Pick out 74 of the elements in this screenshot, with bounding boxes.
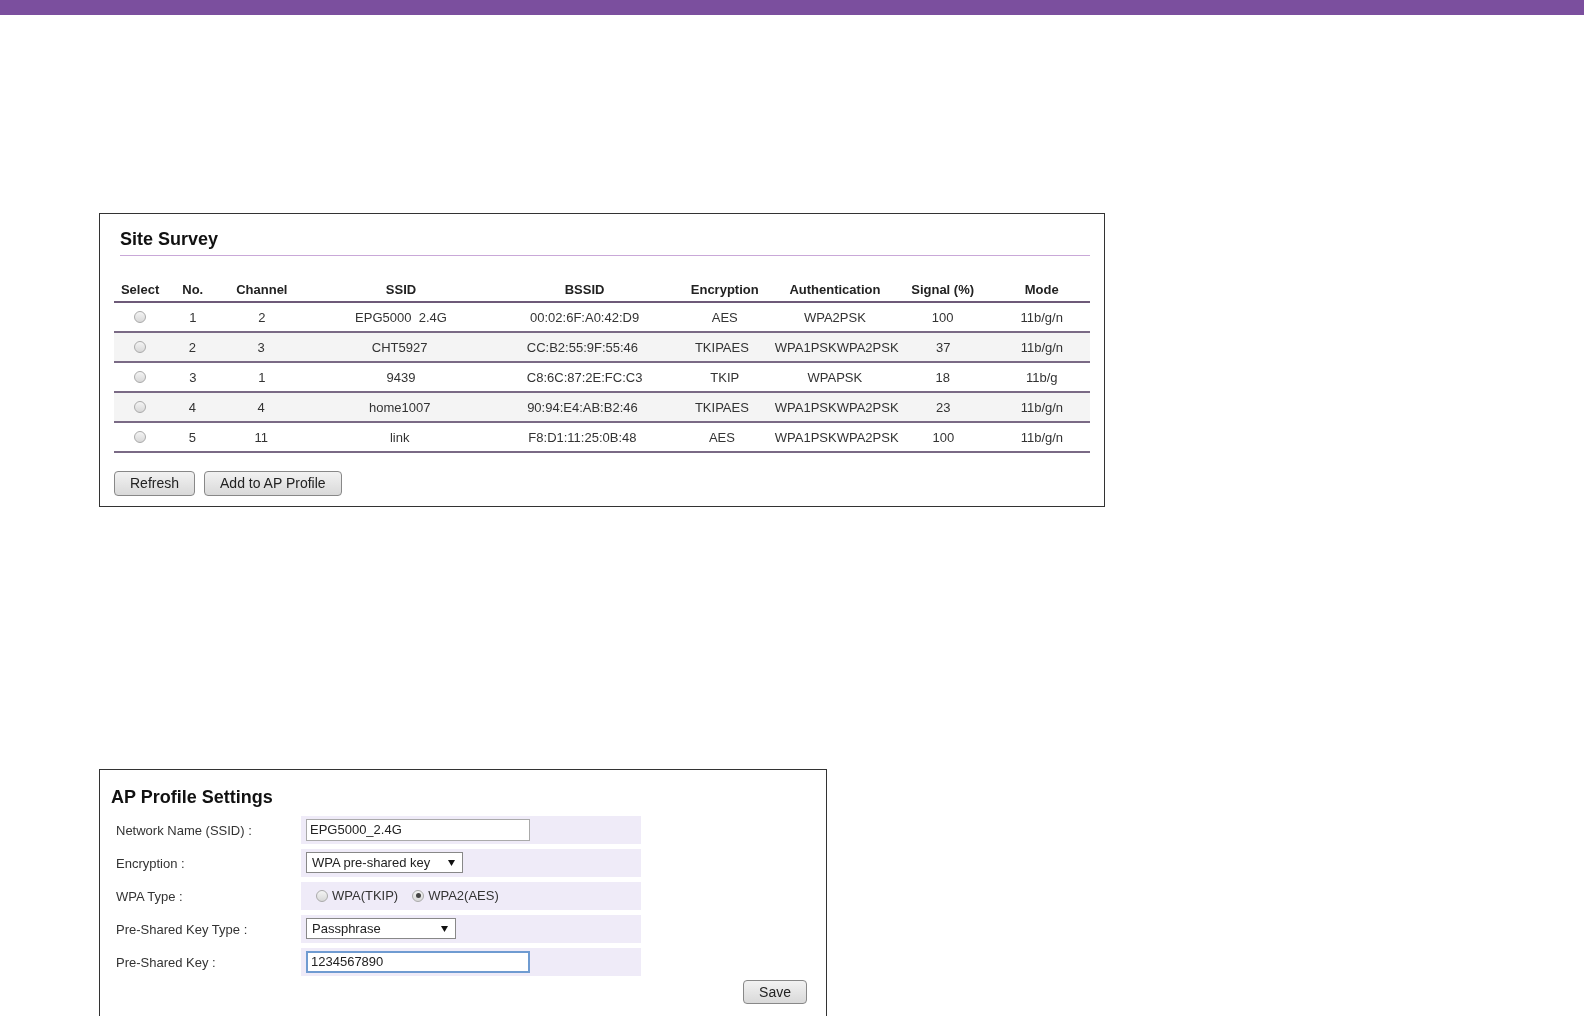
radio-button[interactable] <box>134 371 147 383</box>
field-label: Encryption : <box>116 855 185 871</box>
table-cell: WPA2PSK <box>803 310 866 325</box>
table-cell: 23 <box>936 400 951 415</box>
table-cell: link <box>389 430 410 445</box>
table-cell: 00:02:6F:A0:42:D9 <box>530 310 640 325</box>
radio-button[interactable] <box>412 889 425 902</box>
table-cell: home1007 <box>368 400 431 415</box>
field-label: Pre-Shared Key Type : <box>116 921 248 937</box>
dropdown[interactable]: WPA pre-shared key <box>306 852 463 873</box>
table-cell: 4 <box>257 400 265 415</box>
radio-button[interactable] <box>316 889 328 902</box>
table-cell: TKIPAES <box>694 340 749 355</box>
caret-icon <box>448 859 455 866</box>
table-cell: 37 <box>936 340 951 355</box>
table-cell: 18 <box>935 370 950 385</box>
table-cell: 11b/g/n <box>1020 310 1063 325</box>
table-cell: 11b/g/n <box>1020 340 1064 355</box>
table-cell: AES <box>711 310 738 325</box>
panel-title: Site Survey <box>120 229 219 249</box>
radio-button[interactable] <box>133 341 146 353</box>
table-cell: F8:D1:11:25:0B:48 <box>528 430 637 445</box>
table-cell: 9439 <box>386 370 416 385</box>
table-cell: WPA1PSKWPA2PSK <box>774 340 899 355</box>
table-cell: 11b/g/n <box>1020 430 1064 445</box>
radio-label: WPA2(AES) <box>428 886 499 905</box>
table-cell: 11 <box>254 430 268 445</box>
table-cell: 2 <box>258 310 266 325</box>
table-cell: 100 <box>931 310 954 325</box>
column-header: Authentication <box>789 282 881 297</box>
table-cell: 11b/g <box>1025 370 1058 385</box>
table-cell: 3 <box>257 340 265 355</box>
column-header: No. <box>182 282 204 297</box>
radio-button[interactable] <box>134 311 147 323</box>
table-cell: CHT5927 <box>371 340 428 355</box>
table-cell: WPA1PSKWPA2PSK <box>774 400 899 415</box>
field-label: Network Name (SSID) : <box>116 822 252 838</box>
column-header: Signal (%) <box>911 282 975 297</box>
caret-icon <box>441 925 448 932</box>
table-cell: 1 <box>189 310 197 325</box>
input-field[interactable]: EPG5000_2.4G <box>306 818 530 841</box>
table-cell: WPA1PSKWPA2PSK <box>774 430 899 445</box>
radio-button[interactable] <box>133 431 146 443</box>
table-cell: 3 <box>189 370 197 385</box>
field-label: WPA Type : <box>116 888 183 904</box>
dropdown[interactable]: Passphrase <box>306 918 456 939</box>
table-cell: 2 <box>188 340 196 355</box>
column-header: SSID <box>385 282 417 297</box>
table-cell: TKIPAES <box>694 400 749 415</box>
column-header: Encryption <box>690 282 759 297</box>
radio-button[interactable] <box>133 401 146 413</box>
table-cell: 1 <box>258 370 266 385</box>
action-button[interactable]: Add to AP Profile <box>204 471 342 496</box>
table-cell: 5 <box>188 430 196 445</box>
table-cell: AES <box>708 430 735 445</box>
input-field[interactable]: 1234567890 <box>306 950 530 973</box>
table-cell: 11b/g/n <box>1020 400 1064 415</box>
action-button[interactable]: Refresh <box>114 471 196 496</box>
field-label: Pre-Shared Key : <box>116 954 216 970</box>
table-cell: C8:6C:87:2E:FC:C3 <box>526 370 643 385</box>
table-cell: TKIP <box>710 370 740 385</box>
table-cell: 4 <box>188 400 196 415</box>
column-header: Select <box>120 282 160 297</box>
table-cell: 100 <box>932 430 955 445</box>
table-cell: WPAPSK <box>807 370 863 385</box>
table-cell: EPG5000 2.4G <box>355 310 447 325</box>
radio-label: WPA(TKIP) <box>332 886 399 905</box>
column-header: Mode <box>1024 282 1059 297</box>
table-cell: CC:B2:55:9F:55:46 <box>526 340 639 355</box>
table-cell: 90:94:E4:AB:B2:46 <box>527 400 638 415</box>
panel-title: AP Profile Settings <box>111 786 273 809</box>
column-header: Channel <box>236 282 288 297</box>
save-button[interactable]: Save <box>743 980 807 1004</box>
column-header: BSSID <box>564 282 605 297</box>
